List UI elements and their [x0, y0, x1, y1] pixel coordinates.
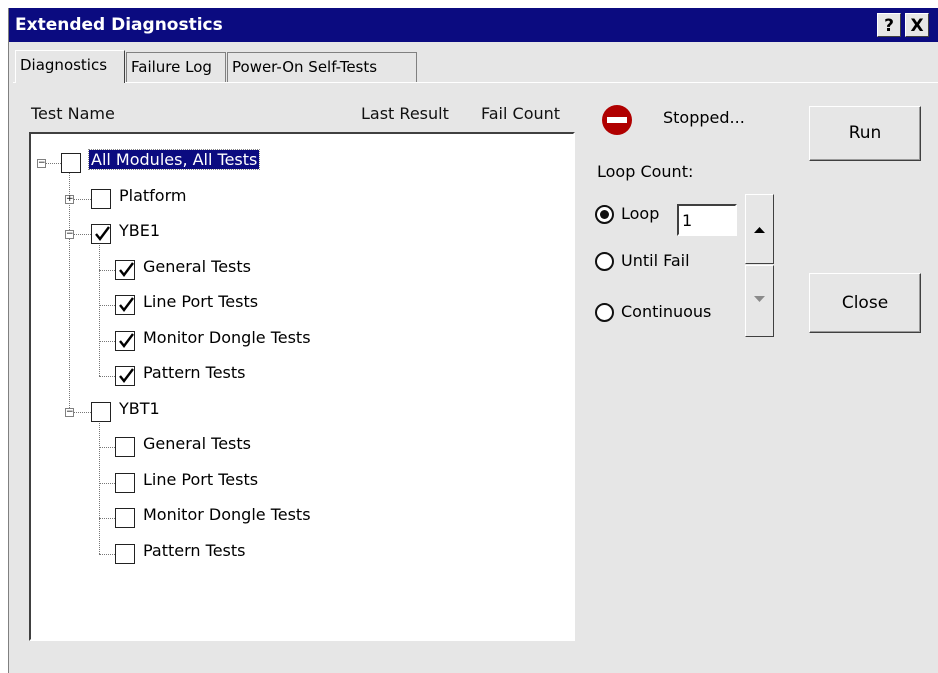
column-test-name: Test Name — [31, 104, 115, 123]
tree-connector — [74, 234, 91, 235]
tree-item-label: Pattern Tests — [143, 363, 246, 382]
status-text: Stopped... — [663, 108, 745, 127]
until-fail-radio-label: Until Fail — [621, 251, 690, 270]
tree-item-label: Line Port Tests — [143, 292, 259, 311]
tree-item-label: Pattern Tests — [143, 540, 246, 560]
tree-module-row[interactable] — [31, 399, 571, 425]
checkbox[interactable] — [61, 153, 81, 173]
checkbox[interactable] — [115, 508, 135, 528]
tree-item-label: All Modules, All Tests — [87, 149, 261, 170]
tree-module-row[interactable] — [31, 221, 571, 247]
tab-diagnostics[interactable]: Diagnostics — [15, 50, 125, 83]
tree-item-label: Platform — [119, 185, 187, 205]
checkmark-icon — [119, 261, 134, 277]
collapse-icon[interactable]: − — [37, 159, 46, 168]
checkbox[interactable] — [91, 224, 111, 244]
tree-item-label: General Tests — [143, 434, 251, 453]
tree-module-row[interactable] — [31, 186, 571, 212]
checkbox[interactable] — [115, 259, 135, 280]
close-button[interactable]: Close — [809, 273, 921, 333]
checkmark-icon — [119, 297, 134, 312]
checkbox[interactable] — [115, 543, 135, 564]
window-title: Extended Diagnostics — [15, 15, 223, 35]
checkbox[interactable] — [91, 188, 111, 209]
arrow-up-icon — [754, 227, 765, 233]
continuous-radio-label: Continuous — [621, 302, 712, 321]
tree-item-label: YBT1 — [119, 398, 160, 418]
tree-connector — [74, 198, 91, 200]
tree-connector — [74, 411, 91, 413]
checkbox[interactable] — [115, 366, 135, 386]
checkbox[interactable] — [115, 472, 135, 493]
arrow-down-icon — [754, 296, 765, 302]
loop-count-label: Loop Count: — [597, 162, 694, 181]
checkmark-icon — [119, 368, 134, 383]
spin-down-button[interactable] — [745, 265, 774, 337]
tab-power-on-self-tests[interactable]: Power-On Self-Tests — [227, 52, 417, 82]
expand-icon[interactable]: + — [65, 194, 74, 204]
stop-icon — [602, 105, 632, 135]
checkbox[interactable] — [91, 401, 111, 422]
checkbox[interactable] — [115, 295, 135, 315]
tree-item-label: Monitor Dongle Tests — [143, 327, 311, 347]
spin-up-button[interactable] — [745, 194, 774, 264]
checkbox[interactable] — [115, 437, 135, 457]
run-button[interactable]: Run — [809, 106, 921, 161]
tree-item-label: General Tests — [143, 256, 251, 276]
checkmark-icon — [95, 226, 110, 241]
collapse-icon[interactable]: − — [65, 407, 74, 417]
close-window-button[interactable]: X — [905, 13, 929, 37]
continuous-radio[interactable] — [595, 303, 614, 322]
checkmark-icon — [119, 332, 134, 348]
loop-radio[interactable] — [595, 205, 614, 224]
loop-radio-label: Loop — [621, 204, 660, 223]
loop-count-input[interactable] — [677, 204, 737, 236]
tree-item-label: Monitor Dongle Tests — [143, 505, 311, 524]
tab-failure-log[interactable]: Failure Log — [126, 52, 226, 82]
column-last-result: Last Result — [361, 104, 449, 123]
column-fail-count: Fail Count — [481, 104, 561, 123]
tree-item-label: Line Port Tests — [143, 469, 259, 489]
tree-connector — [46, 163, 61, 164]
collapse-icon[interactable]: − — [65, 230, 74, 239]
diagnostics-window: Extended Diagnostics ? X Diagnostics Fai… — [8, 8, 938, 673]
checkbox[interactable] — [115, 330, 135, 351]
tree-item-label: YBE1 — [119, 221, 161, 240]
test-tree[interactable]: − All Modules, All Tests + Platform − YBE1 Gen… — [29, 132, 575, 641]
help-button[interactable]: ? — [877, 13, 901, 37]
until-fail-radio[interactable] — [595, 252, 614, 271]
title-bar: Extended Diagnostics ? X — [9, 8, 938, 42]
